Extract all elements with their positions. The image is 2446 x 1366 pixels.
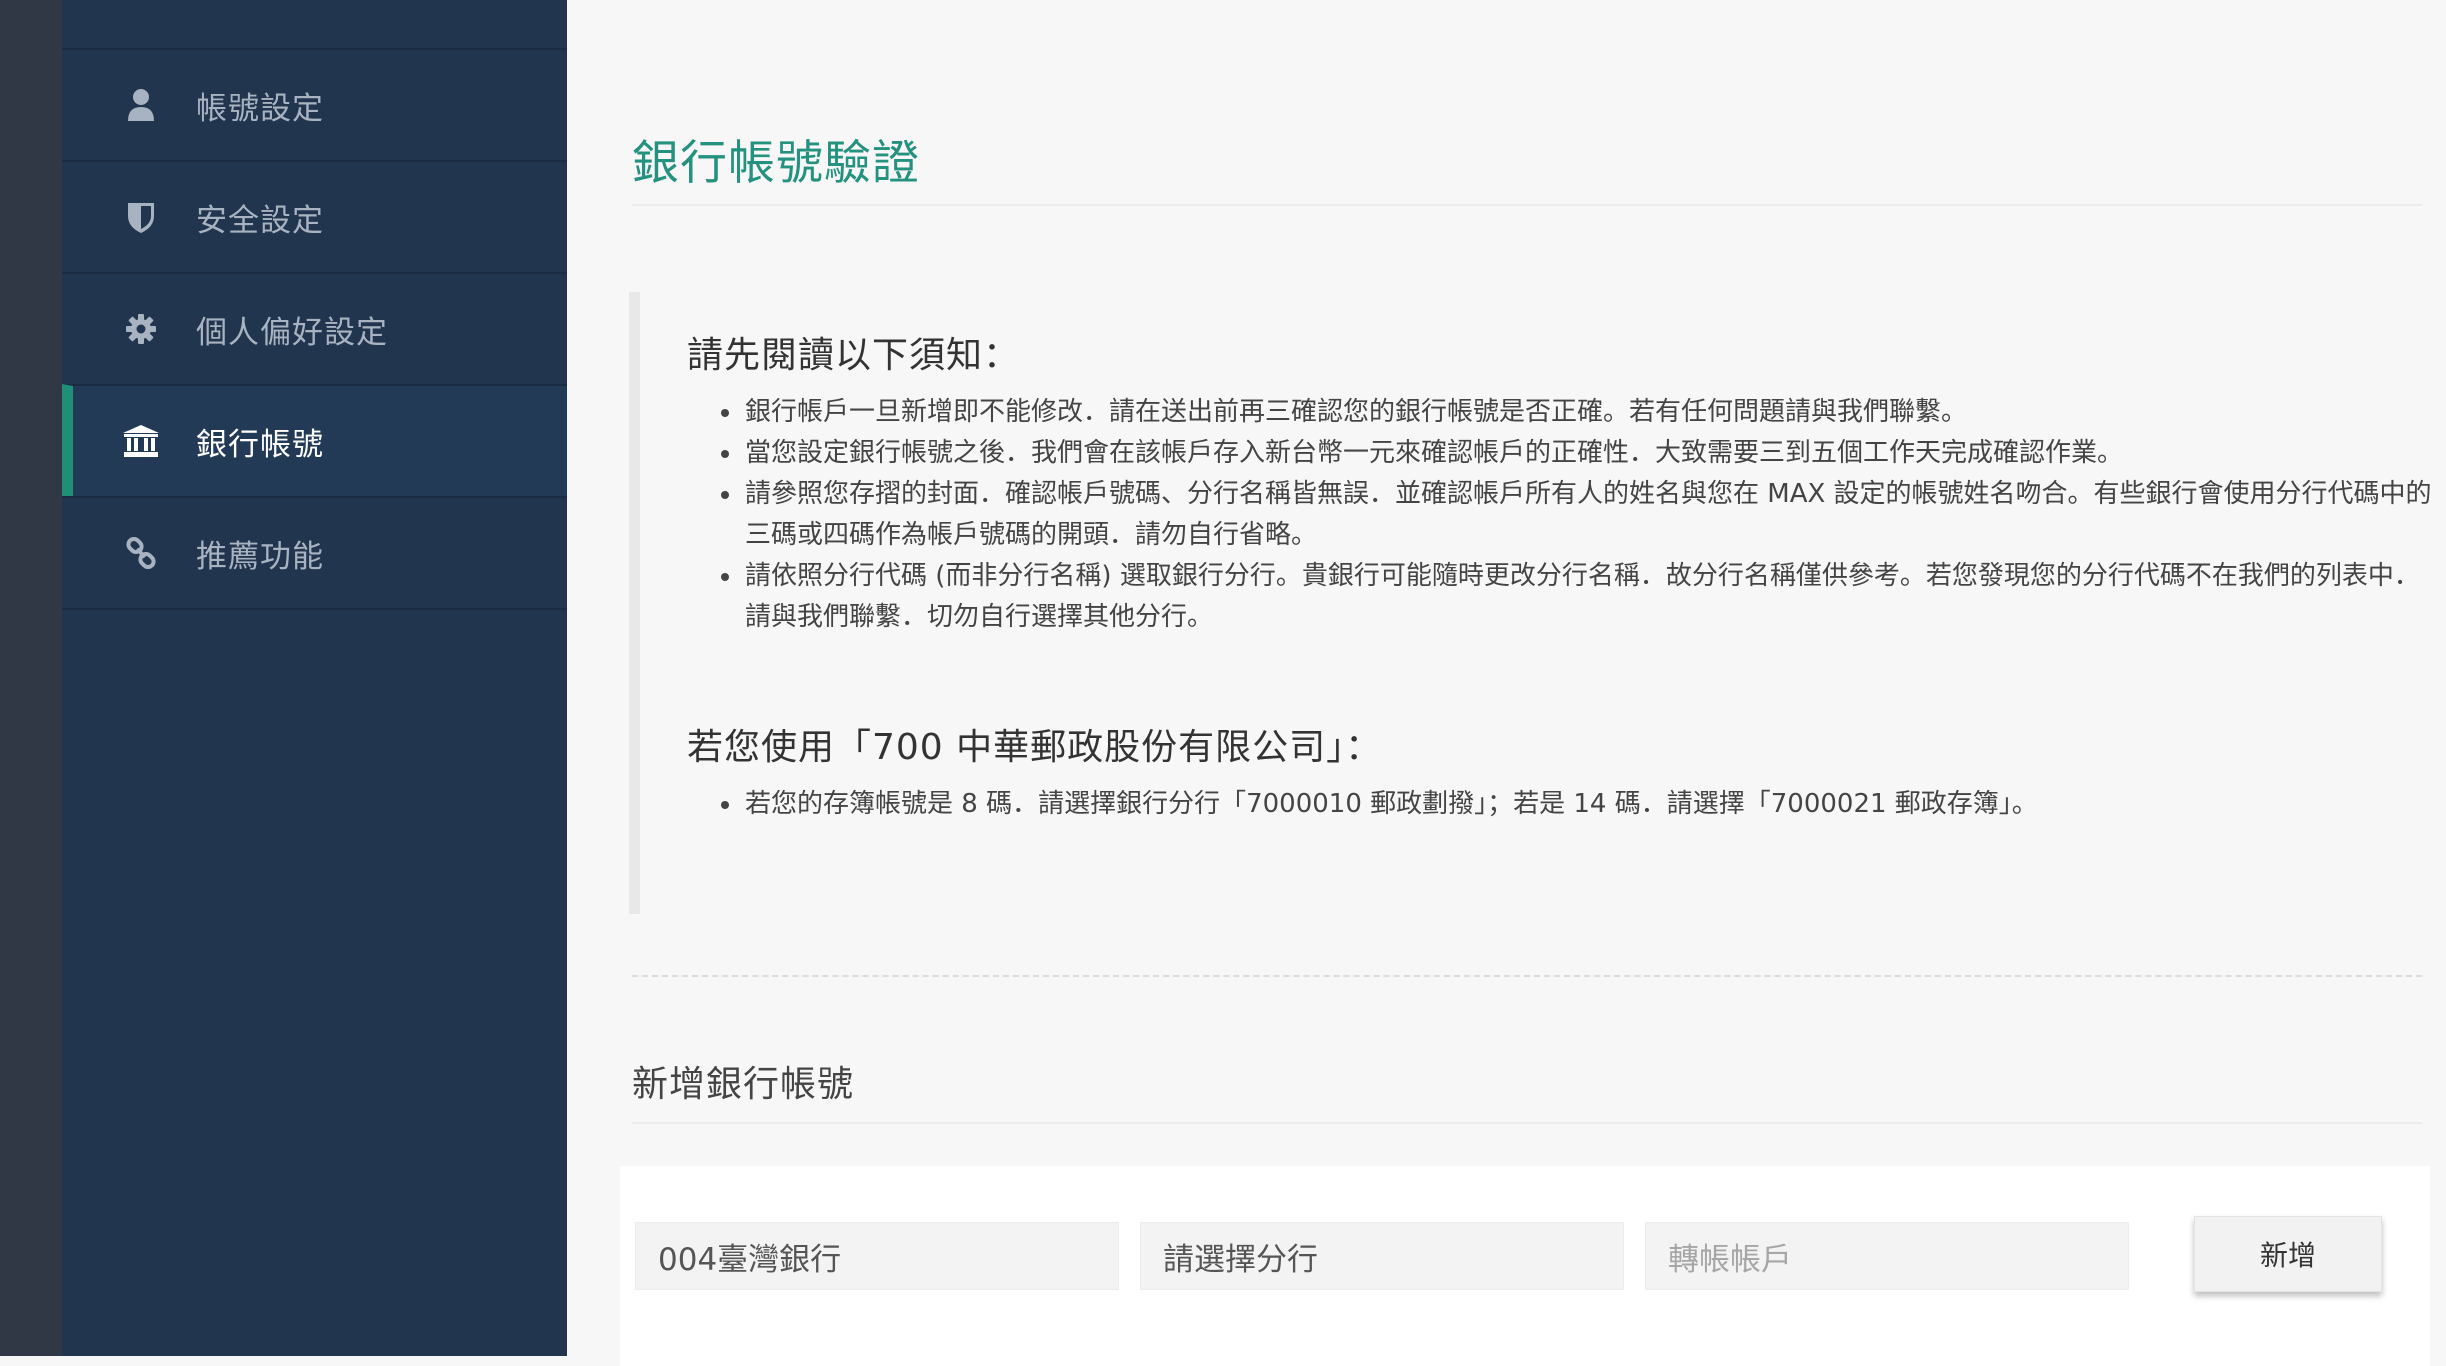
- bank-select[interactable]: 004臺灣銀行: [635, 1222, 1119, 1290]
- user-icon: [116, 80, 166, 130]
- post-office-list: 若您的存簿帳號是 8 碼．請選擇銀行分行「7000010 郵政劃撥」；若是 14…: [687, 784, 2433, 825]
- main-content: 銀行帳號驗證 請先閱讀以下須知： 銀行帳戶一旦新增即不能修改．請在送出前再三確認…: [567, 0, 2446, 1366]
- sidebar-item-account-settings[interactable]: 帳號設定: [62, 48, 567, 160]
- page-title: 銀行帳號驗證: [632, 136, 920, 191]
- list-item: 若您的存簿帳號是 8 碼．請選擇銀行分行「7000010 郵政劃撥」；若是 14…: [743, 784, 2433, 825]
- add-button[interactable]: 新增: [2194, 1216, 2382, 1292]
- sidebar: 帳號設定 安全設定 個人偏好設定 銀行帳號 推薦功能: [62, 0, 567, 1356]
- notice-list: 銀行帳戶一旦新增即不能修改．請在送出前再三確認您的銀行帳號是否正確。若有任何問題…: [687, 392, 2433, 638]
- notice-heading: 請先閱讀以下須知：: [687, 335, 1021, 376]
- list-item: 當您設定銀行帳號之後．我們會在該帳戶存入新台幣一元來確認帳戶的正確性．大致需要三…: [743, 433, 2433, 474]
- list-item: 請依照分行代碼 (而非分行名稱) 選取銀行分行。貴銀行可能隨時更改分行名稱．故分…: [743, 556, 2433, 638]
- sidebar-divider: [62, 608, 567, 610]
- bank-icon: [116, 416, 166, 466]
- sidebar-item-label: 推薦功能: [196, 538, 324, 575]
- sidebar-item-referral[interactable]: 推薦功能: [62, 496, 567, 608]
- branch-select[interactable]: 請選擇分行: [1140, 1222, 1624, 1290]
- shield-icon: [116, 192, 166, 242]
- sidebar-item-label: 銀行帳號: [196, 426, 324, 463]
- sidebar-item-security-settings[interactable]: 安全設定: [62, 160, 567, 272]
- link-icon: [116, 528, 166, 578]
- sidebar-item-preferences[interactable]: 個人偏好設定: [62, 272, 567, 384]
- left-strip: [0, 0, 62, 1356]
- sidebar-item-bank-account[interactable]: 銀行帳號: [62, 384, 567, 496]
- section-divider: [632, 975, 2422, 977]
- list-item: 銀行帳戶一旦新增即不能修改．請在送出前再三確認您的銀行帳號是否正確。若有任何問題…: [743, 392, 2433, 433]
- title-divider: [632, 204, 2422, 206]
- post-office-heading: 若您使用「700 中華郵政股份有限公司」：: [687, 727, 1383, 768]
- gear-icon: [116, 304, 166, 354]
- add-bank-form: 004臺灣銀行 請選擇分行 轉帳帳戶 新增: [620, 1166, 2430, 1366]
- sidebar-item-label: 個人偏好設定: [196, 314, 388, 351]
- sidebar-item-label: 安全設定: [196, 202, 324, 239]
- sidebar-item-label: 帳號設定: [196, 90, 324, 127]
- add-bank-divider: [632, 1122, 2422, 1124]
- list-item: 請參照您存摺的封面．確認帳戶號碼、分行名稱皆無誤．並確認帳戶所有人的姓名與您在 …: [743, 474, 2433, 556]
- add-bank-title: 新增銀行帳號: [632, 1064, 855, 1105]
- account-input[interactable]: 轉帳帳戶: [1645, 1222, 2129, 1290]
- notice-box: 請先閱讀以下須知： 銀行帳戶一旦新增即不能修改．請在送出前再三確認您的銀行帳號是…: [629, 292, 2432, 914]
